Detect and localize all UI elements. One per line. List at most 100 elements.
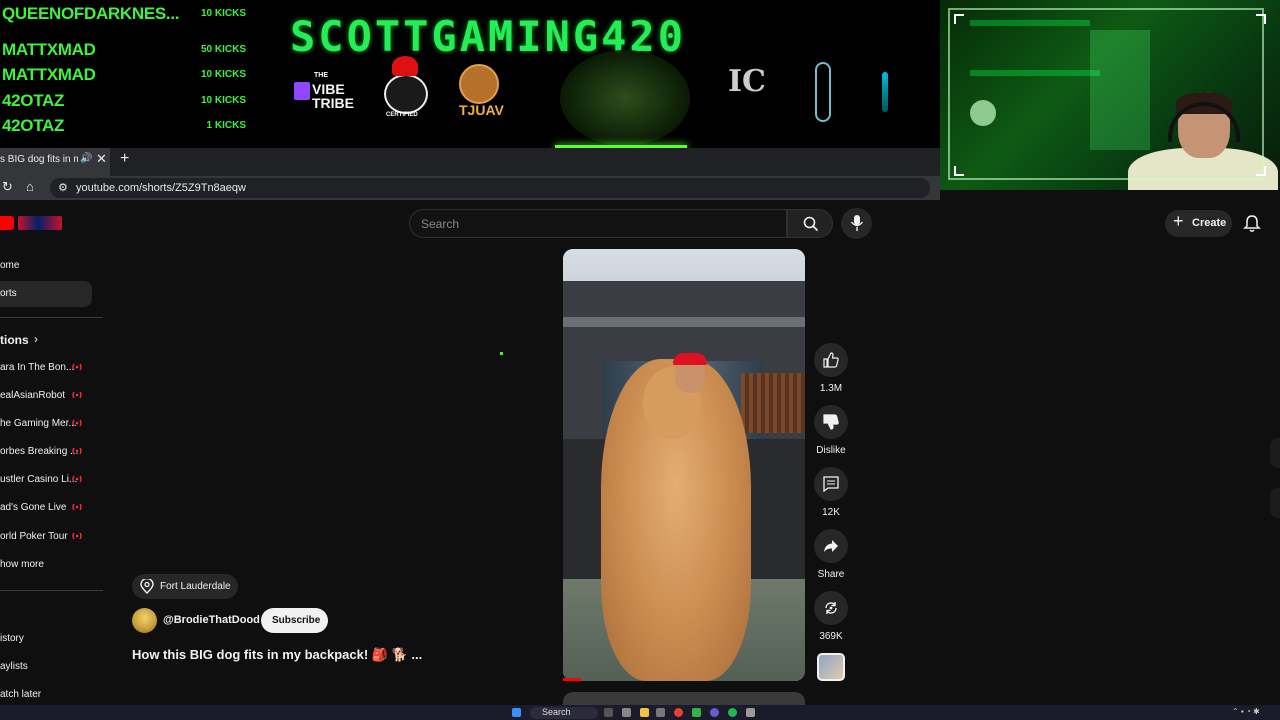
- comment-count: 12K: [822, 507, 840, 518]
- oval-logo-icon: [815, 62, 831, 122]
- mouse-cursor: [500, 352, 503, 355]
- vibe-tribe-small-label: THE: [314, 72, 328, 79]
- url-text: youtube.com/shorts/Z5Z9Tn8aeqw: [76, 182, 246, 194]
- frame-corner: [1256, 166, 1266, 176]
- comments-button[interactable]: [814, 467, 848, 501]
- youtube-logo-icon[interactable]: [0, 216, 14, 230]
- sidebar-channel[interactable]: ad's Gone Live: [0, 495, 92, 521]
- share-button[interactable]: [814, 529, 848, 563]
- sidebar-item-shorts[interactable]: orts: [0, 281, 92, 307]
- app-icon[interactable]: [692, 708, 701, 717]
- red-hat-icon: [392, 56, 418, 76]
- tjuav-logo: TJUAV: [455, 64, 504, 120]
- reload-icon[interactable]: ↻: [2, 179, 13, 195]
- location-pin-icon: [140, 579, 154, 594]
- sidebar-channel[interactable]: ustler Casino Li...: [0, 467, 92, 493]
- frame-corner: [954, 166, 964, 176]
- kick-count: 1 KICKS: [206, 120, 246, 131]
- kick-name: MATTXMAD: [2, 40, 96, 59]
- file-explorer-icon[interactable]: [640, 708, 649, 717]
- ic-logo: IC: [728, 64, 766, 99]
- building-roof: [563, 317, 805, 327]
- taskbar-search[interactable]: Search: [530, 707, 598, 719]
- spotify-icon[interactable]: [728, 708, 737, 717]
- scroll-down-button[interactable]: [1270, 488, 1280, 518]
- kick-name: 42OTAZ: [2, 116, 65, 135]
- subscriptions-heading[interactable]: tions: [0, 333, 29, 347]
- scroll-up-button[interactable]: [1270, 438, 1280, 468]
- kick-entry: MATTXMAD 50 KICKS: [0, 40, 250, 64]
- sidebar-item-playlists[interactable]: aylists: [0, 654, 92, 680]
- sidebar-channel[interactable]: orld Poker Tour: [0, 524, 92, 550]
- channel-label: ad's Gone Live: [0, 502, 67, 513]
- glow-graphic: [560, 50, 690, 146]
- video-title[interactable]: How this BIG dog fits in my backpack! 🎒 …: [132, 647, 422, 663]
- browser-tab[interactable]: s BIG dog fits in my 🔊 ✕: [0, 148, 110, 176]
- bar-logo-icon: [882, 72, 888, 112]
- youtube-doodle-logo[interactable]: [18, 216, 62, 230]
- chrome-icon[interactable]: [674, 708, 683, 717]
- search-placeholder: Search: [421, 217, 460, 231]
- dislike-label: Dislike: [816, 445, 846, 456]
- browser-tab-bar: s BIG dog fits in my 🔊 ✕ +: [0, 148, 940, 176]
- channel-label: ustler Casino Li...: [0, 474, 78, 485]
- thumbs-down-icon: [823, 414, 839, 430]
- task-view-icon[interactable]: [622, 708, 631, 717]
- create-button[interactable]: + Create: [1165, 210, 1232, 237]
- widget-icon[interactable]: [604, 708, 613, 717]
- live-icon: [72, 419, 82, 427]
- site-info-icon[interactable]: ⚙: [58, 181, 68, 194]
- channel-label: he Gaming Mer...: [0, 418, 77, 429]
- subscribe-button[interactable]: Subscribe: [261, 608, 328, 633]
- video-progress-bar[interactable]: [563, 678, 581, 681]
- sidebar-item-home[interactable]: ome: [0, 253, 92, 279]
- kick-entry: MATTXMAD 10 KICKS: [0, 65, 250, 89]
- system-tray-icons[interactable]: ⌃ ▪ ◔ ✱: [1232, 707, 1260, 716]
- close-icon[interactable]: ✕: [96, 151, 107, 167]
- tjuav-badge-icon: [459, 64, 499, 104]
- red-cap: [673, 353, 707, 365]
- search-input[interactable]: Search: [409, 209, 787, 238]
- remix-button[interactable]: [814, 591, 848, 625]
- sidebar-item-label: atch later: [0, 689, 42, 700]
- live-icon: [72, 363, 82, 371]
- app-icon[interactable]: [746, 708, 755, 717]
- location-chip[interactable]: Fort Lauderdale: [132, 574, 238, 599]
- sidebar-channel[interactable]: orbes Breaking ...: [0, 439, 92, 465]
- tjuav-label: TJUAV: [459, 102, 504, 118]
- store-icon[interactable]: [656, 708, 665, 717]
- kicks-leaderboard: QUEENOFDARKNES... 10 KICKS MATTXMAD 50 K…: [0, 0, 260, 150]
- home-icon[interactable]: ⌂: [26, 179, 34, 194]
- sound-thumbnail[interactable]: [817, 653, 845, 681]
- sidebar-channel[interactable]: ealAsianRobot: [0, 383, 92, 409]
- voice-search-button[interactable]: [841, 208, 872, 239]
- sidebar-item-history[interactable]: istory: [0, 626, 92, 652]
- new-tab-icon[interactable]: +: [120, 150, 129, 168]
- url-field[interactable]: ⚙ youtube.com/shorts/Z5Z9Tn8aeqw: [50, 178, 930, 198]
- channel-avatar[interactable]: [132, 608, 157, 633]
- create-label: Create: [1192, 217, 1227, 229]
- search-button[interactable]: [787, 209, 833, 238]
- kick-entry: 42OTAZ 1 KICKS: [0, 116, 250, 140]
- shorts-video-player[interactable]: [563, 249, 805, 681]
- webcam-frame: [948, 8, 1264, 180]
- tab-title: s BIG dog fits in my: [0, 154, 78, 165]
- like-button[interactable]: [814, 343, 848, 377]
- sidebar-channel[interactable]: he Gaming Mer...: [0, 411, 92, 437]
- show-more-label: how more: [0, 559, 44, 570]
- kick-name: QUEENOFDARKNES...: [2, 4, 180, 23]
- kick-entry: QUEENOFDARKNES... 10 KICKS: [0, 4, 250, 28]
- sidebar-item-label: orts: [0, 288, 17, 299]
- channel-label: orbes Breaking ...: [0, 446, 79, 457]
- channel-name[interactable]: @BrodieThatDood: [163, 614, 260, 626]
- like-count: 1.3M: [819, 383, 843, 394]
- notifications-bell-icon[interactable]: [1242, 214, 1262, 234]
- sidebar-show-more[interactable]: how more: [0, 552, 92, 578]
- sidebar-channel[interactable]: ara In The Bon...: [0, 355, 92, 381]
- search-icon: [803, 216, 819, 232]
- speaker-icon[interactable]: 🔊: [80, 153, 92, 164]
- dislike-button[interactable]: [814, 405, 848, 439]
- chevron-right-icon[interactable]: ›: [34, 332, 38, 346]
- start-icon[interactable]: [512, 708, 521, 717]
- app-icon[interactable]: [710, 708, 719, 717]
